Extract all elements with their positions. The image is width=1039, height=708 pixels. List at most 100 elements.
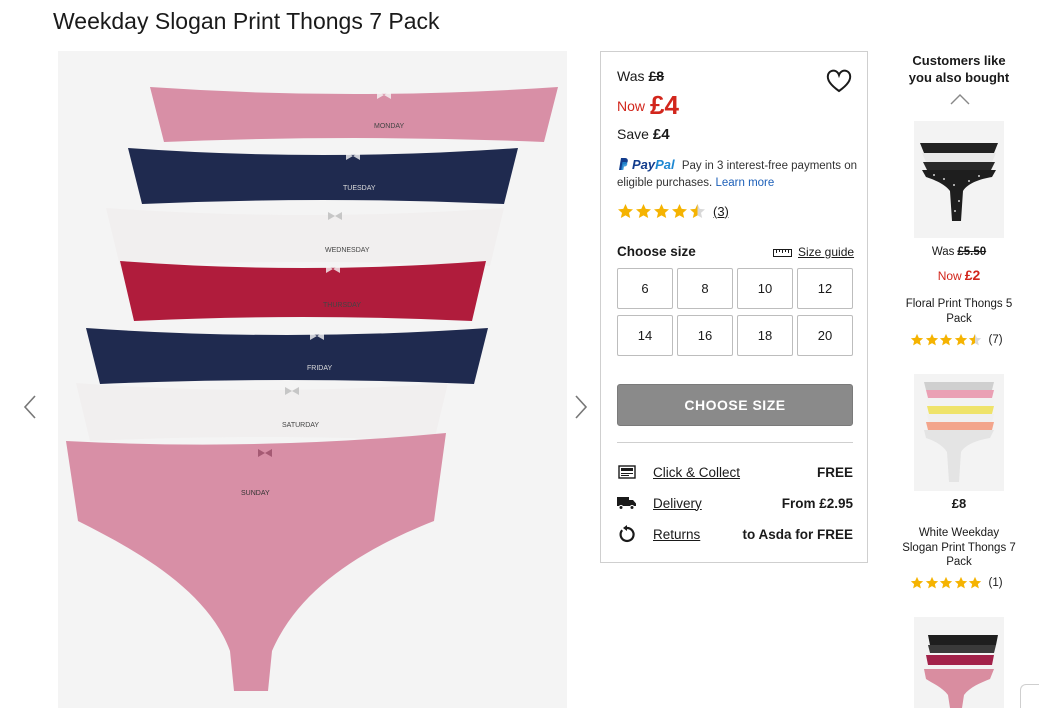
rec-rating: (7) (910, 333, 1003, 347)
white-thongs-thumbnail (914, 374, 1004, 491)
thong-2 (128, 148, 518, 204)
star-icon (690, 203, 705, 218)
size-option-18[interactable]: 18 (737, 315, 793, 356)
floral-thongs-thumbnail (914, 121, 1004, 238)
recommendation-image[interactable] (914, 617, 1004, 708)
rec-was-label: Was (931, 246, 955, 258)
size-option-6[interactable]: 6 (617, 268, 673, 309)
rec-now-value: £2 (964, 267, 981, 283)
delivery-truck-icon (617, 494, 637, 512)
delivery-value: From £2.95 (781, 495, 853, 511)
star-icon (910, 333, 924, 346)
star-icon (939, 576, 953, 589)
thong-label-6: SATURDAY (282, 422, 319, 429)
recommendations-heading: Customers like you also bought (908, 53, 1010, 85)
returns-icon (617, 525, 637, 543)
size-guide-link[interactable]: Size guide (773, 245, 854, 259)
rec-now-label: Now (937, 269, 962, 283)
star-icon (654, 203, 669, 218)
size-option-14[interactable]: 14 (617, 315, 673, 356)
click-collect-link[interactable]: Click & Collect (653, 465, 817, 480)
rec-review-count: (7) (988, 334, 1003, 346)
rec-review-count: (1) (988, 577, 1003, 589)
choose-size-button[interactable]: CHOOSE SIZE (617, 384, 853, 426)
purchase-panel: Was £8 Now £4 Save £4 PayPal Pay in 3 inter… (600, 51, 868, 563)
size-option-8[interactable]: 8 (677, 268, 733, 309)
rec-product-name[interactable]: White Weekday Slogan Print Thongs 7 Pack (900, 526, 1018, 570)
chevron-right-icon[interactable] (570, 393, 590, 421)
product-image[interactable]: MONDAY TUESDAY WEDNESDAY THURSDAY FRIDAY SATU… (58, 51, 567, 708)
click-collect-icon (617, 463, 637, 481)
star-icon (939, 333, 953, 346)
rec-price: £8 (951, 496, 967, 511)
star-icon (968, 576, 982, 589)
paypal-logo: PayPal (632, 157, 675, 172)
rec-rating-stars (910, 333, 983, 347)
divider (617, 442, 853, 443)
click-collect-row: Click & Collect FREE (617, 461, 853, 483)
thong-6 (76, 383, 448, 441)
now-label: Now (617, 98, 646, 114)
size-option-20[interactable]: 20 (797, 315, 853, 356)
rec-was-value: £5.50 (957, 246, 987, 258)
page-title: Weekday Slogan Print Thongs 7 Pack (53, 8, 440, 34)
returns-link[interactable]: Returns (653, 527, 742, 542)
thong-label-3: WEDNESDAY (325, 247, 370, 254)
feedback-tab[interactable] (1020, 684, 1039, 708)
thong-3 (106, 208, 504, 266)
thong-1 (150, 87, 558, 142)
size-guide-label: Size guide (798, 245, 855, 259)
star-icon (672, 203, 687, 218)
rec-now-price: Now £2 (896, 268, 1022, 285)
delivery-row: Delivery From £2.95 (617, 492, 853, 514)
thong-5 (86, 328, 488, 384)
size-option-10[interactable]: 10 (737, 268, 793, 309)
size-option-16[interactable]: 16 (677, 315, 733, 356)
rating-stars (617, 203, 707, 220)
thong-4 (120, 261, 486, 321)
save-value: £4 (652, 126, 670, 143)
lace-thongs-thumbnail (914, 617, 1004, 708)
size-option-12[interactable]: 12 (797, 268, 853, 309)
rec-product-name[interactable]: Floral Print Thongs 5 Pack (900, 297, 1018, 326)
size-options: 6 8 10 12 14 16 18 20 (617, 268, 853, 356)
paypal-icon (619, 158, 628, 170)
chevron-left-icon[interactable] (21, 393, 41, 421)
thong-label-4: THURSDAY (323, 302, 361, 309)
save-label: Save (617, 126, 649, 142)
thong-label-5: FRIDAY (307, 365, 332, 372)
learn-more-link[interactable]: Learn more (715, 177, 774, 189)
rec-rating: (1) (910, 576, 1003, 590)
chevron-up-icon[interactable] (949, 92, 971, 106)
thong-label-1: MONDAY (374, 123, 405, 130)
star-icon (954, 333, 967, 346)
star-icon (636, 203, 651, 218)
delivery-link[interactable]: Delivery (653, 496, 782, 511)
now-value: £4 (650, 90, 679, 120)
thongs-photo: MONDAY TUESDAY WEDNESDAY THURSDAY FRIDAY SATU… (58, 51, 567, 708)
ruler-icon (773, 249, 792, 257)
recommendation-image[interactable] (914, 374, 1004, 491)
paypal-logo-pal: Pal (655, 157, 675, 172)
rating[interactable]: (3) (617, 202, 729, 220)
paypal-message: PayPal Pay in 3 interest-free payments o… (617, 156, 861, 192)
was-value: £8 (648, 68, 665, 84)
star-icon (925, 576, 938, 589)
rec-was-price: Was £5.50 (896, 245, 1022, 260)
star-icon (925, 333, 938, 346)
thong-label-2: TUESDAY (343, 185, 376, 192)
star-icon (954, 576, 967, 589)
was-label: Was (617, 68, 645, 84)
star-icon (968, 333, 982, 346)
thong-label-7: SUNDAY (241, 490, 270, 497)
now-price: Now £4 (617, 90, 679, 121)
star-icon (910, 576, 924, 589)
was-price: Was £8 (617, 68, 664, 84)
star-icon (618, 203, 633, 218)
heart-icon[interactable] (825, 68, 853, 94)
paypal-logo-pay: Pay (632, 157, 656, 172)
recommendation-image[interactable] (914, 121, 1004, 238)
rec-rating-stars (910, 576, 983, 590)
review-count-link[interactable]: (3) (713, 204, 729, 219)
returns-row: Returns to Asda for FREE (617, 523, 853, 545)
